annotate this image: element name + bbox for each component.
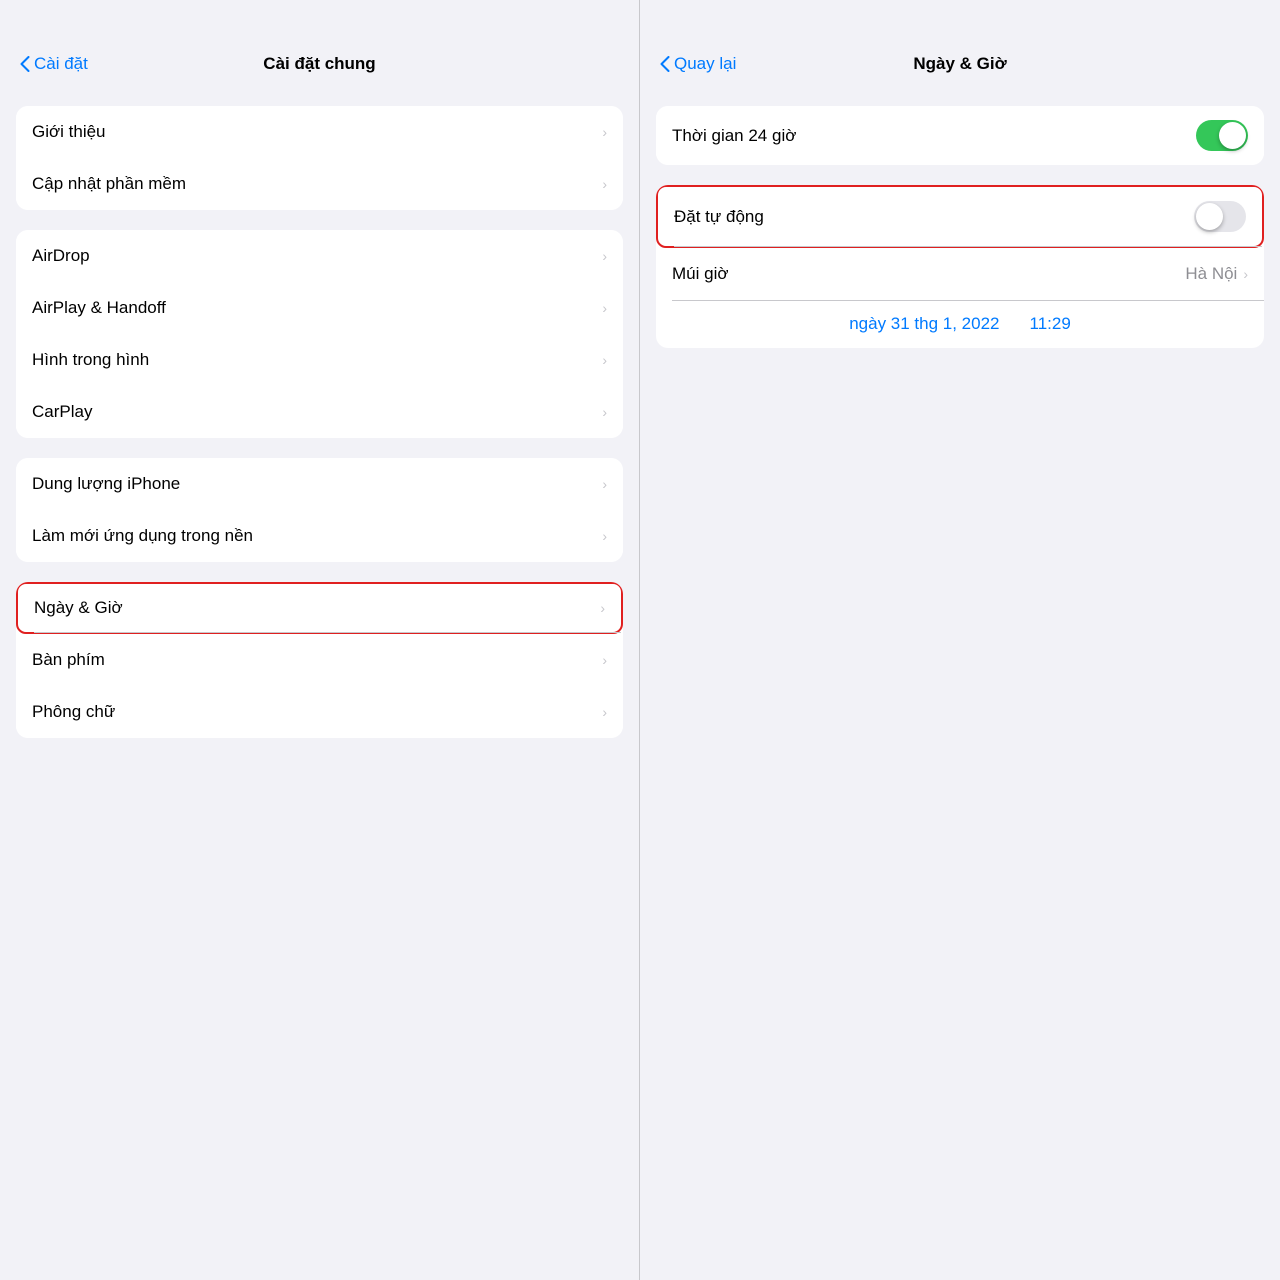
thoi-gian-24-gio-row: Thời gian 24 giờ <box>656 106 1264 165</box>
sidebar-item-airdrop[interactable]: AirDrop › <box>16 230 623 282</box>
left-back-label: Cài đặt <box>34 54 88 74</box>
section-3: Dung lượng iPhone › Làm mới ứng dụng tro… <box>16 458 623 562</box>
dat-tu-dong-toggle[interactable] <box>1194 201 1246 232</box>
chevron-icon: › <box>600 600 605 616</box>
chevron-icon: › <box>602 404 607 420</box>
sidebar-item-airplay[interactable]: AirPlay & Handoff › <box>16 282 623 334</box>
left-panel: Cài đặt Cài đặt chung Giới thiệu › Cập n… <box>0 0 640 1280</box>
right-back-button[interactable]: Quay lại <box>660 54 736 74</box>
sidebar-item-ban-phim[interactable]: Bàn phím › <box>16 634 623 686</box>
sidebar-item-ngay-gio[interactable]: Ngày & Giờ › <box>16 582 623 634</box>
date-picker[interactable]: ngày 31 thg 1, 2022 <box>849 314 999 334</box>
chevron-icon: › <box>602 652 607 668</box>
sidebar-item-phong-chu[interactable]: Phông chữ › <box>16 686 623 738</box>
right-back-label: Quay lại <box>674 54 736 74</box>
chevron-icon: › <box>602 704 607 720</box>
toggle-knob <box>1219 122 1246 149</box>
chevron-icon: › <box>602 300 607 316</box>
chevron-left-icon <box>660 56 670 72</box>
sidebar-item-lam-moi[interactable]: Làm mới ứng dụng trong nền › <box>16 510 623 562</box>
left-content: Giới thiệu › Cập nhật phần mềm › AirDrop… <box>0 90 639 1280</box>
toggle-knob <box>1196 203 1223 230</box>
right-content: Thời gian 24 giờ Đặt tự động Múi giờ Hà … <box>640 90 1280 1280</box>
chevron-icon: › <box>602 176 607 192</box>
chevron-icon: › <box>602 476 607 492</box>
time-picker[interactable]: 11:29 <box>1030 314 1071 334</box>
thoi-gian-24-gio-toggle[interactable] <box>1196 120 1248 151</box>
section-4: Ngày & Giờ › Bàn phím › Phông chữ › <box>16 582 623 738</box>
right-title: Ngày & Giờ <box>913 54 1006 74</box>
time-format-section: Thời gian 24 giờ <box>656 106 1264 165</box>
chevron-icon: › <box>602 124 607 140</box>
right-panel: Quay lại Ngày & Giờ Thời gian 24 giờ Đặt… <box>640 0 1280 1280</box>
thoi-gian-24-gio-label: Thời gian 24 giờ <box>672 126 796 146</box>
dat-tu-dong-label: Đặt tự động <box>674 207 764 227</box>
section-1: Giới thiệu › Cập nhật phần mềm › <box>16 106 623 210</box>
chevron-icon: › <box>602 352 607 368</box>
datetime-row: ngày 31 thg 1, 2022 11:29 <box>656 300 1264 348</box>
chevron-left-icon <box>20 56 30 72</box>
left-back-button[interactable]: Cài đặt <box>20 54 88 74</box>
auto-set-section: Đặt tự động Múi giờ Hà Nội › ngày 31 thg… <box>656 185 1264 348</box>
left-header: Cài đặt Cài đặt chung <box>0 0 639 90</box>
mui-gio-row[interactable]: Múi giờ Hà Nội › <box>656 248 1264 300</box>
sidebar-item-cap-nhat[interactable]: Cập nhật phần mềm › <box>16 158 623 210</box>
dat-tu-dong-row: Đặt tự động <box>656 185 1264 248</box>
mui-gio-value: Hà Nội <box>1185 264 1237 284</box>
mui-gio-label: Múi giờ <box>672 264 729 284</box>
sidebar-item-carplay[interactable]: CarPlay › <box>16 386 623 438</box>
section-2: AirDrop › AirPlay & Handoff › Hình trong… <box>16 230 623 438</box>
sidebar-item-hinh-trong-hinh[interactable]: Hình trong hình › <box>16 334 623 386</box>
chevron-icon: › <box>1243 266 1248 282</box>
left-title: Cài đặt chung <box>263 54 375 74</box>
sidebar-item-gioi-thieu[interactable]: Giới thiệu › <box>16 106 623 158</box>
right-header: Quay lại Ngày & Giờ <box>640 0 1280 90</box>
sidebar-item-dung-luong[interactable]: Dung lượng iPhone › <box>16 458 623 510</box>
chevron-icon: › <box>602 528 607 544</box>
chevron-icon: › <box>602 248 607 264</box>
